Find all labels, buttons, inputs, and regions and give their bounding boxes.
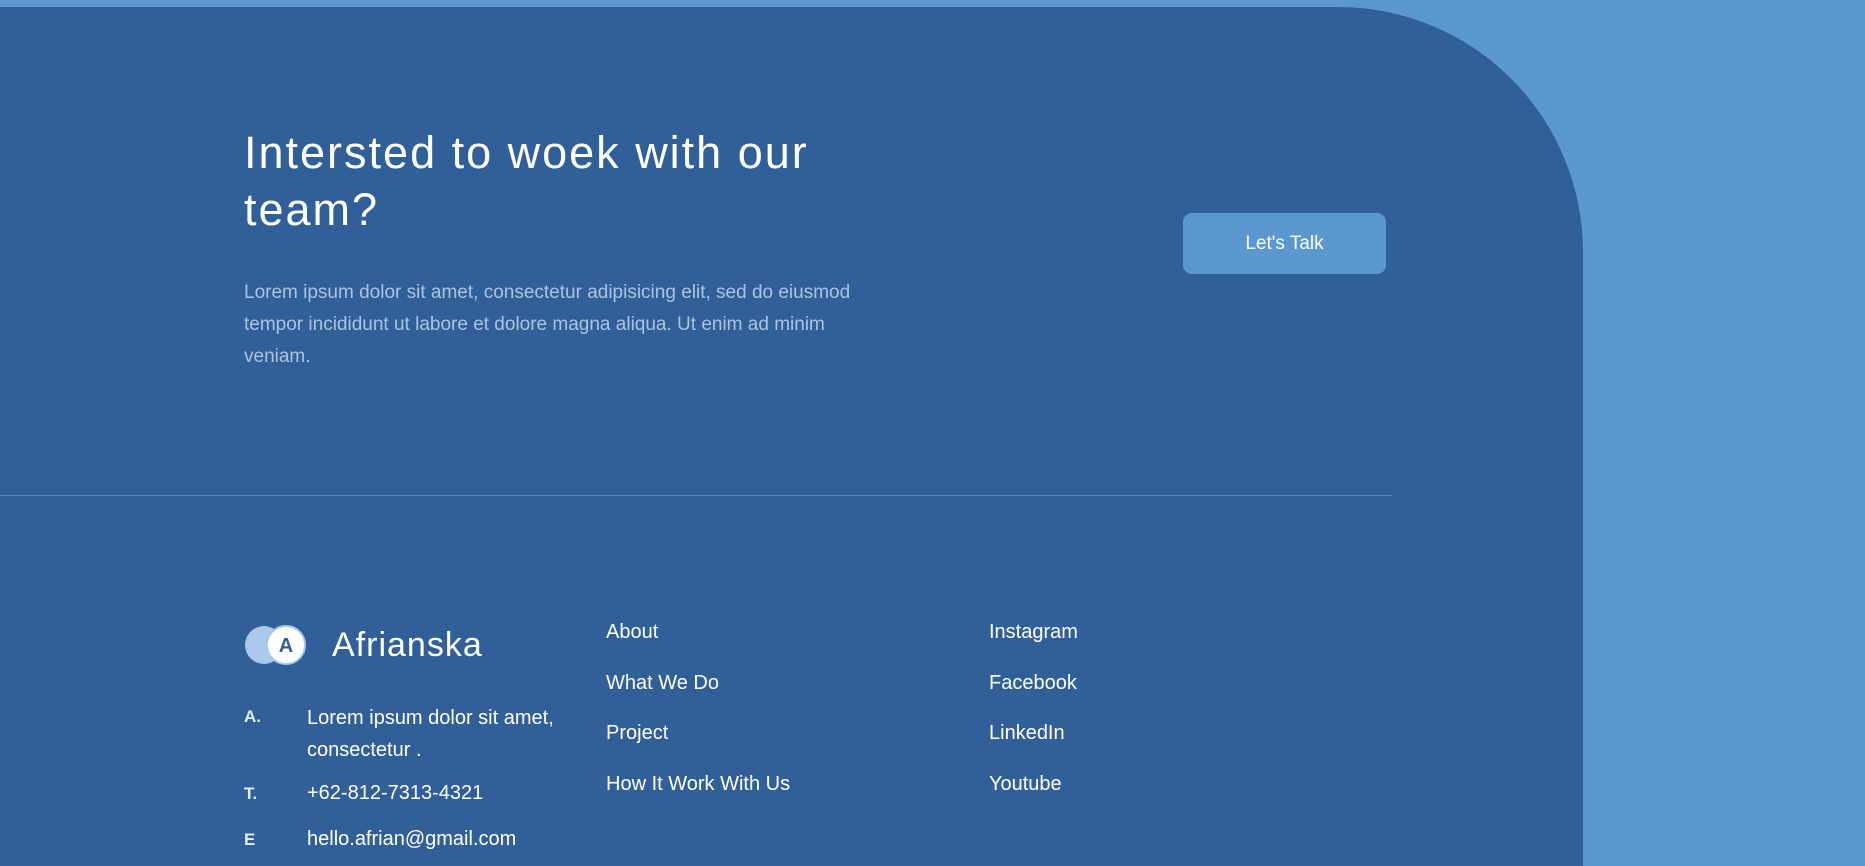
footer-link-about[interactable]: About (606, 619, 658, 645)
footer-link-what-we-do[interactable]: What We Do (606, 670, 719, 696)
hero-title: Intersted to woek with our team? (244, 127, 809, 235)
email-label: E (244, 830, 256, 849)
brand-logo-letter: A (279, 635, 293, 657)
footer-link-project[interactable]: Project (606, 720, 668, 746)
phone-text: +62-812-7313-4321 (307, 782, 484, 804)
social-link-linkedin[interactable]: LinkedIn (989, 720, 1065, 746)
hero-description: Lorem ipsum dolor sit amet, consectetur … (244, 282, 851, 367)
address-label: A. (244, 707, 261, 726)
phone-label: T. (244, 784, 258, 803)
brand-logo-icon: A (245, 625, 306, 665)
social-link-facebook[interactable]: Facebook (989, 670, 1077, 696)
social-link-youtube[interactable]: Youtube (989, 771, 1062, 797)
section-divider (0, 495, 1392, 496)
brand-name: Afrianska (332, 626, 483, 664)
social-link-instagram[interactable]: Instagram (989, 619, 1078, 645)
address-text: Lorem ipsum dolor sit amet, consectetur … (307, 707, 554, 761)
lets-talk-button[interactable]: Let's Talk (1183, 213, 1386, 274)
footer-link-how-it-work[interactable]: How It Work With Us (606, 771, 790, 797)
email-text[interactable]: hello.afrian@gmail.com (307, 823, 567, 855)
